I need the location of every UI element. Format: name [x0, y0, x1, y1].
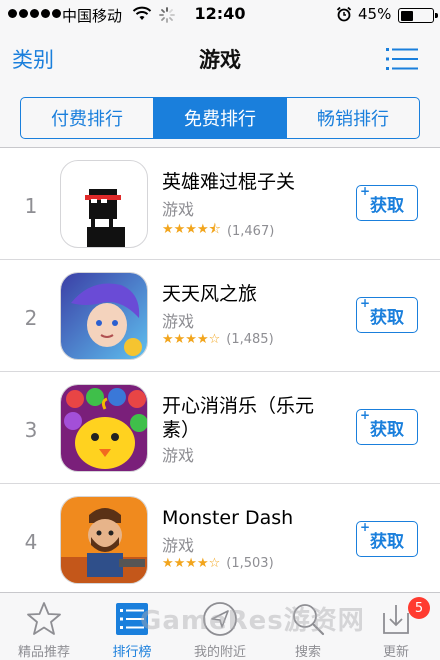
rank-number: 4 — [24, 530, 38, 554]
rating-count: (1,485) — [226, 332, 274, 347]
plus-icon: + — [360, 520, 371, 534]
get-button[interactable]: + 获取 — [356, 520, 418, 557]
get-button-label: 获取 — [370, 307, 404, 328]
star-rating: ★★★★⯪ — [162, 222, 221, 237]
app-name: 英雄难过棍子关 — [162, 171, 296, 193]
list-item[interactable]: 3 开心消消乐（乐元素） 游戏 + 获取 — [0, 372, 440, 484]
get-button[interactable]: + 获取 — [356, 408, 418, 445]
alarm-clock-icon — [336, 6, 352, 22]
star-rating: ★★★★☆ — [162, 556, 221, 571]
tab-label: 精品推荐 — [17, 645, 70, 660]
app-category: 游戏 — [162, 312, 195, 331]
plus-icon: + — [360, 408, 371, 422]
battery-fill — [400, 10, 413, 21]
tab-label: 搜索 — [294, 645, 321, 660]
tab-updates[interactable]: 5 更新 — [352, 593, 440, 660]
segment-free[interactable]: 免费排行 — [154, 98, 287, 138]
plus-icon: + — [360, 296, 371, 310]
star-rating: ★★★★☆ — [162, 332, 221, 347]
list-item[interactable]: 2 天天风之旅 游戏 ★★★★☆ (1,485) + 获取 — [0, 260, 440, 372]
app-category: 游戏 — [162, 446, 195, 465]
app-name: 天天风之旅 — [162, 283, 258, 305]
segment-paid[interactable]: 付费排行 — [21, 98, 154, 138]
tab-label: 更新 — [382, 645, 409, 660]
rating-count: (1,467) — [226, 223, 275, 239]
rating: ★★★★☆ (1,485) — [162, 332, 274, 347]
plus-icon: + — [360, 184, 371, 198]
watermark: GameRes游资网 — [140, 606, 365, 636]
update-count-badge: 5 — [408, 597, 430, 619]
get-button-label: 获取 — [370, 195, 404, 216]
rating-count: (1,503) — [226, 556, 274, 571]
app-category: 游戏 — [162, 536, 195, 555]
app-icon-stick-hero[interactable] — [60, 160, 148, 248]
app-name: Monster Dash — [162, 507, 294, 529]
app-icon-monster-dash[interactable] — [60, 496, 148, 584]
app-name: 开心消消乐（乐元素） — [162, 395, 315, 441]
get-button[interactable]: + 获取 — [356, 184, 418, 221]
status-bar: 中国移动 12:40 45% — [0, 0, 440, 30]
segment-top-grossing[interactable]: 畅销排行 — [287, 98, 419, 138]
segment-area: 付费排行 免费排行 畅销排行 — [0, 88, 440, 148]
ranking-segmented-control: 付费排行 免费排行 畅销排行 — [20, 97, 420, 139]
rating: ★★★★☆ (1,503) — [162, 556, 274, 571]
rank-number: 2 — [24, 306, 38, 330]
get-button-label: 获取 — [370, 419, 404, 440]
battery-percent: 45% — [358, 5, 392, 23]
rank-number: 1 — [24, 194, 38, 218]
get-button[interactable]: + 获取 — [356, 296, 418, 333]
list-item[interactable]: 1 英雄难过棍子关 游戏 ★★★★⯪ (1,467) + 获取 — [0, 148, 440, 260]
get-button-label: 获取 — [370, 531, 404, 552]
navigation-bar: 类别 游戏 — [0, 30, 440, 88]
tab-label: 排行榜 — [112, 645, 152, 660]
rating: ★★★★⯪ (1,467) — [162, 220, 274, 242]
app-icon-tiantian-fengzhilv[interactable] — [60, 272, 148, 360]
star-icon — [27, 602, 61, 635]
tab-featured[interactable]: 精品推荐 — [0, 593, 88, 660]
rank-number: 3 — [24, 418, 38, 442]
list-item[interactable]: 4 Monster Dash 游戏 ★★★★☆ (1,503) + 获取 — [0, 484, 440, 596]
battery-icon — [398, 8, 438, 23]
app-icon-happy-elimination[interactable] — [60, 384, 148, 472]
page-title: 游戏 — [199, 48, 241, 72]
app-category: 游戏 — [162, 200, 195, 219]
tab-label: 我的附近 — [193, 645, 246, 660]
list-icon[interactable] — [386, 47, 418, 71]
